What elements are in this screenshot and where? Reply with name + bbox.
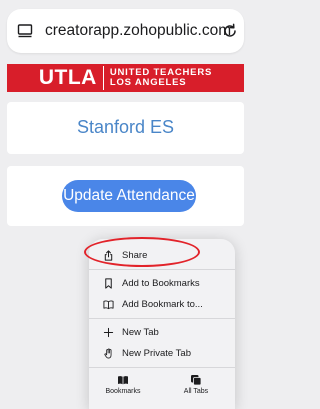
update-attendance-button[interactable]: Update Attendance [62, 180, 196, 212]
logo-mark: UTLA [39, 66, 104, 90]
menu-tab-bar: Bookmarks All Tabs [89, 370, 235, 409]
annotation-circle [84, 237, 200, 267]
address-bar[interactable]: creatorapp.zohopublic.com [7, 9, 244, 53]
book-filled-icon [118, 376, 128, 385]
school-card: Stanford ES [7, 102, 244, 154]
logo-line-2: LOS ANGELES [109, 77, 187, 88]
menu-item-add-bookmark-to[interactable]: Add Bookmark to... [103, 295, 203, 313]
attendance-card: Update Attendance [7, 166, 244, 226]
bookmarks-button[interactable]: Bookmarks [95, 374, 151, 395]
utla-logo: UTLA UNITED TEACHERS LOS ANGELES [7, 64, 244, 92]
plus-icon [103, 327, 114, 337]
school-name: Stanford ES [76, 117, 175, 137]
menu-item-new-tab[interactable]: New Tab [103, 323, 159, 341]
menu-item-label: New Tab [122, 326, 159, 338]
menu-divider [89, 318, 235, 319]
menu-item-add-to-bookmarks[interactable]: Add to Bookmarks [103, 274, 200, 292]
menu-item-label: Add Bookmark to... [122, 298, 203, 310]
all-tabs-label: All Tabs [183, 388, 209, 395]
reload-icon[interactable] [221, 22, 239, 40]
all-tabs-button[interactable]: All Tabs [168, 374, 224, 395]
menu-item-label: Add to Bookmarks [122, 277, 200, 289]
bookmarks-label: Bookmarks [105, 388, 141, 395]
tabs-icon [191, 375, 202, 386]
menu-item-new-private-tab[interactable]: New Private Tab [103, 344, 191, 362]
menu-divider [89, 269, 235, 270]
page-settings-icon[interactable] [17, 23, 33, 39]
menu-divider [89, 367, 235, 368]
url-text[interactable]: creatorapp.zohopublic.com [45, 22, 231, 40]
logo-name: UNITED TEACHERS LOS ANGELES [110, 68, 212, 88]
bookmark-icon [105, 277, 112, 289]
book-icon [103, 300, 114, 309]
menu-item-label: New Private Tab [122, 347, 191, 359]
hand-icon [104, 348, 112, 358]
